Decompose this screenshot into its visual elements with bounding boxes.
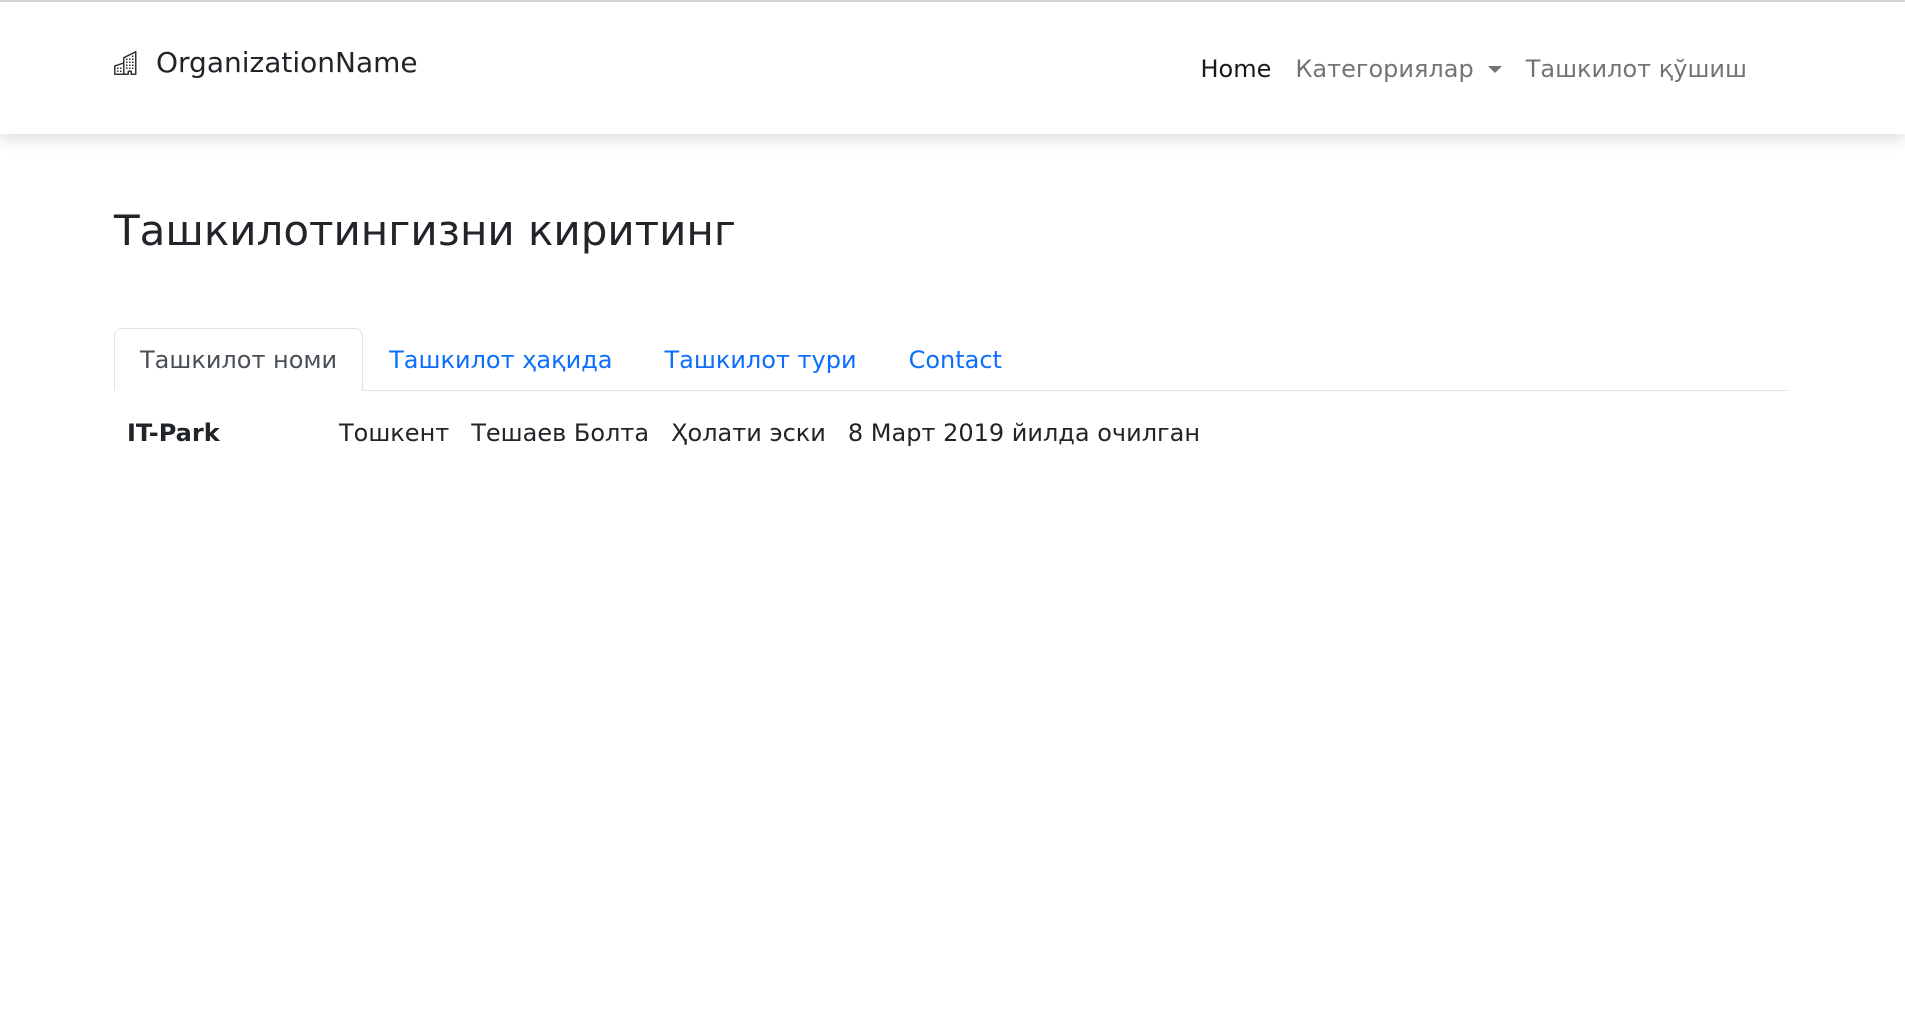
organization-name: IT-Park: [127, 419, 220, 447]
tab-contact[interactable]: Contact: [883, 328, 1028, 391]
tab-organization-type[interactable]: Ташкилот тури: [639, 328, 883, 391]
organization-tabs: Ташкилот номи Ташкилот ҳақида Ташкилот т…: [114, 328, 1787, 391]
tab-organization-name[interactable]: Ташкилот номи: [114, 328, 364, 391]
organization-opened-date: 8 Март 2019 йилда очилган: [847, 419, 1201, 447]
organization-city: Тошкент: [339, 419, 450, 447]
nav-add-organization[interactable]: Ташкилот қўшиш: [1514, 54, 1759, 84]
building-icon: [114, 51, 138, 75]
navbar: OrganizationName Home Категориялар Ташки…: [0, 2, 1905, 134]
brand-name: OrganizationName: [156, 46, 418, 79]
organization-row: IT-Park Тошкент Тешаев Болта Ҳолати эски…: [127, 416, 1222, 450]
organization-director: Тешаев Болта: [471, 419, 650, 447]
tab-organization-about[interactable]: Ташкилот ҳақида: [363, 328, 638, 391]
brand-link[interactable]: OrganizationName: [114, 46, 418, 80]
main-nav: Home Категориялар Ташкилот қўшиш: [1189, 54, 1760, 84]
page-title: Ташкилотингизни киритинг: [114, 206, 736, 255]
nav-categories-dropdown[interactable]: Категориялар: [1283, 54, 1513, 84]
nav-categories-label: Категориялар: [1295, 55, 1474, 83]
nav-home[interactable]: Home: [1189, 54, 1284, 84]
caret-down-icon: [1487, 65, 1502, 73]
organization-status: Ҳолати эски: [671, 419, 826, 447]
